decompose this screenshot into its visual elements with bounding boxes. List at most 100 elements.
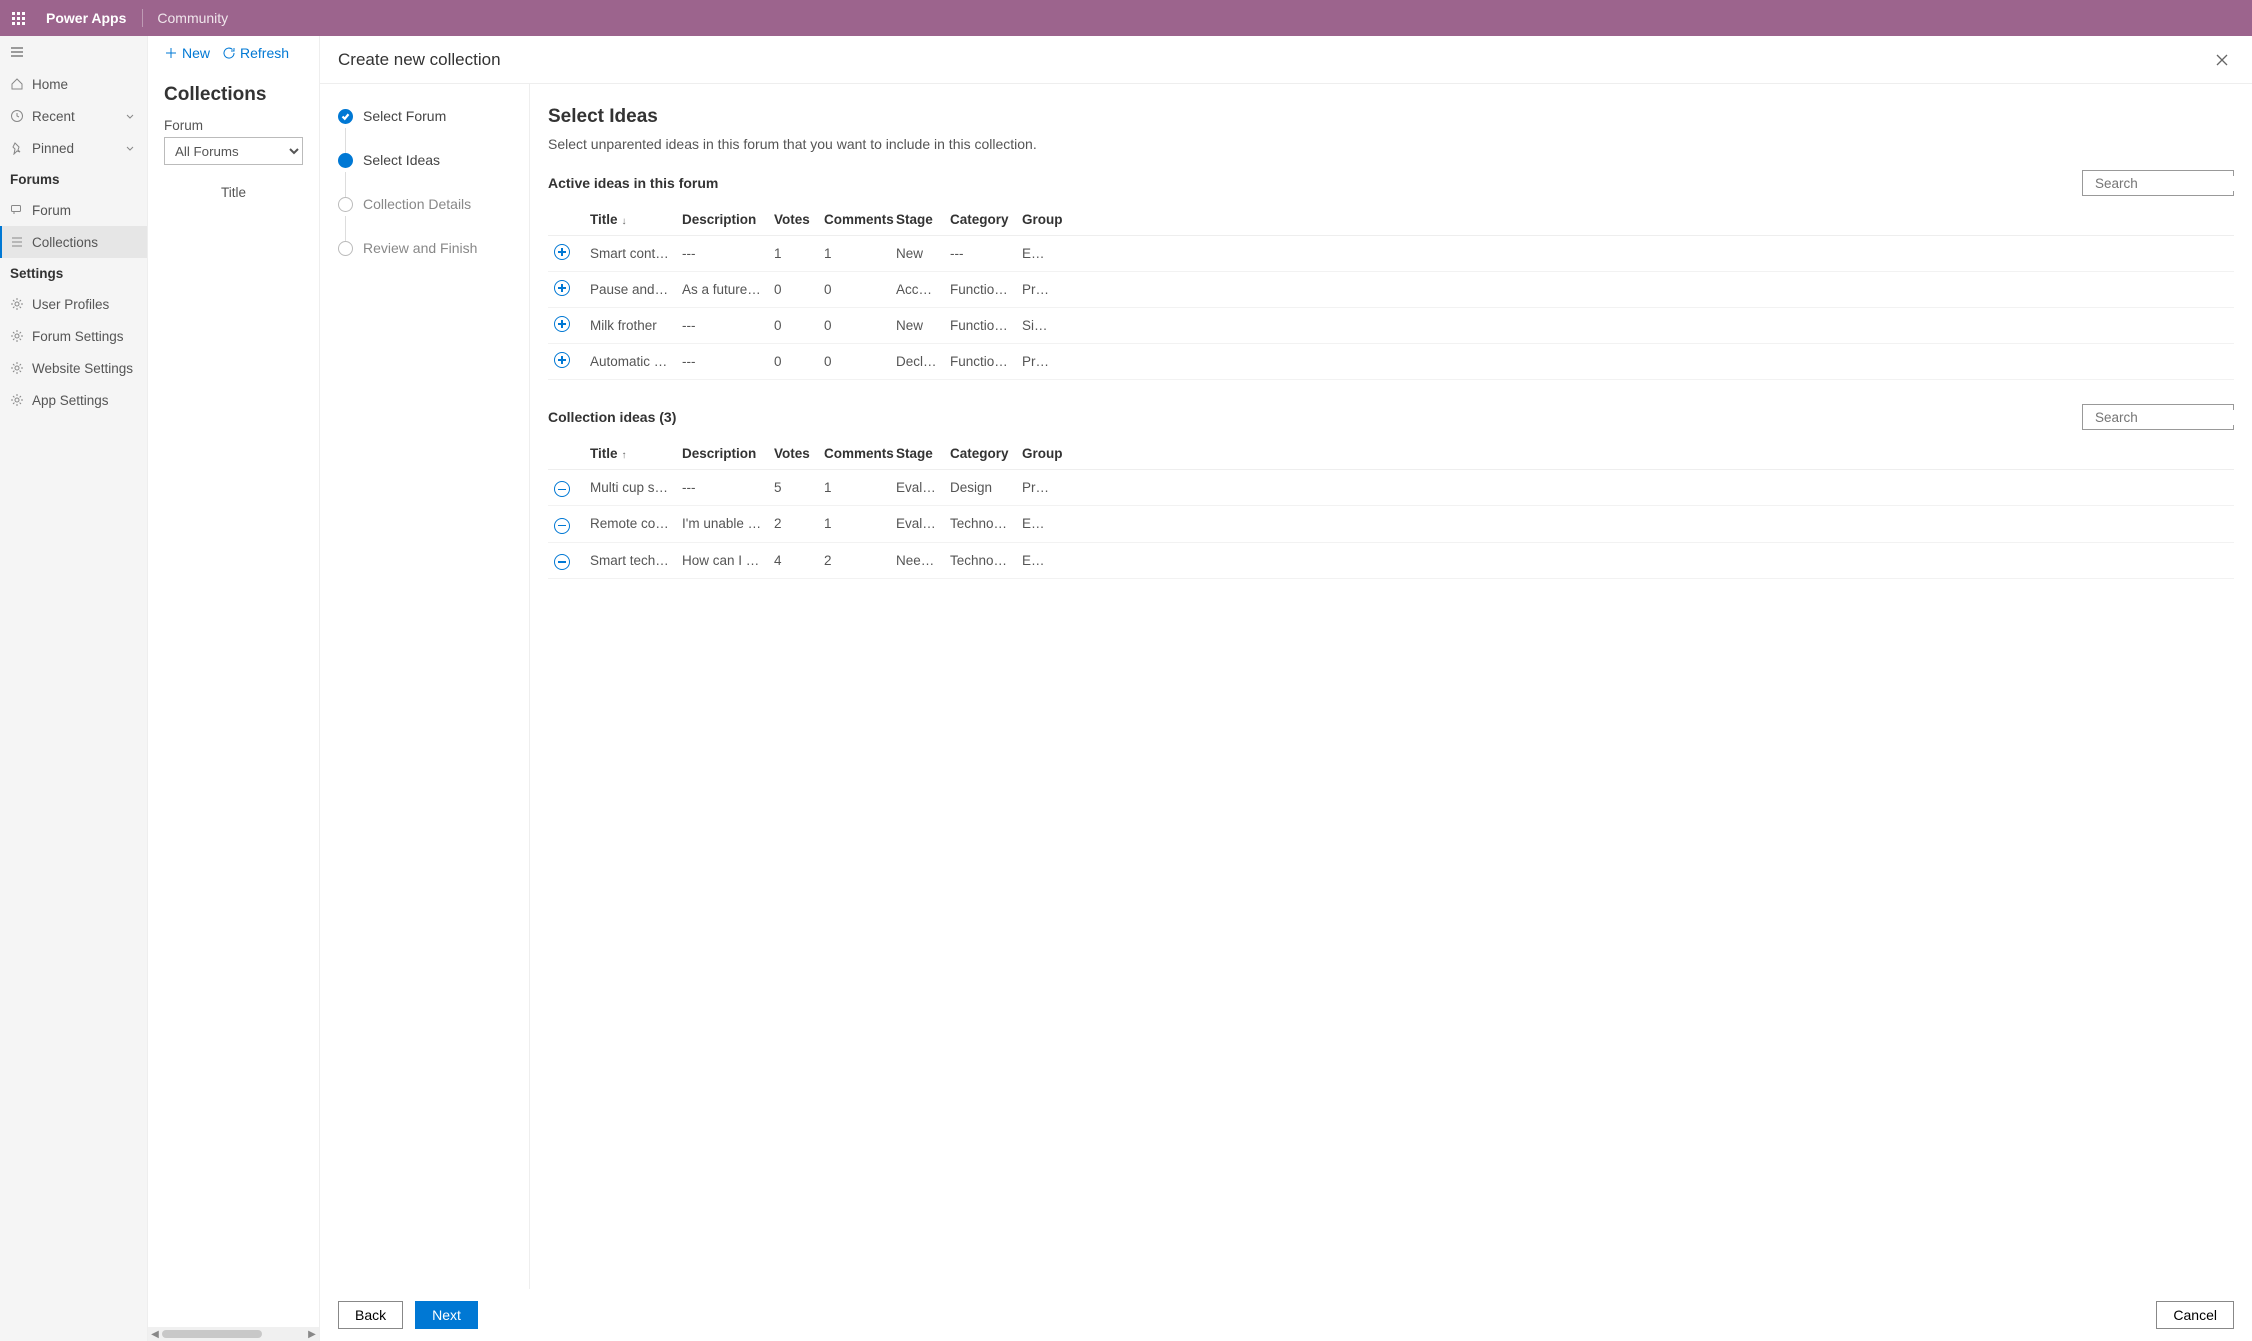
cell-votes: 4 <box>768 542 818 578</box>
search-active[interactable] <box>2082 170 2234 196</box>
col-group[interactable]: Group <box>1016 204 1056 236</box>
table-row[interactable]: Automatic shu…---00Declin…Functional…Pre… <box>548 344 2234 380</box>
refresh-button[interactable]: Refresh <box>222 45 289 61</box>
cell-desc: As a future fea… <box>676 272 768 308</box>
nav-pinned[interactable]: Pinned <box>0 132 147 164</box>
cell-comments: 2 <box>818 542 890 578</box>
cell-votes: 0 <box>768 344 818 380</box>
content-description: Select unparented ideas in this forum th… <box>548 136 2234 152</box>
col-votes[interactable]: Votes <box>768 438 818 470</box>
cell-desc: --- <box>676 308 768 344</box>
horizontal-scrollbar[interactable]: ◀ ▶ <box>148 1327 319 1341</box>
forum-filter: Forum All Forums <box>148 112 319 171</box>
cell-votes: 5 <box>768 470 818 506</box>
search-active-input[interactable] <box>2095 176 2252 191</box>
cancel-button[interactable]: Cancel <box>2156 1301 2234 1329</box>
cell-group: Precisi… <box>1016 470 1056 506</box>
dialog-content: Select Ideas Select unparented ideas in … <box>530 84 2252 1289</box>
cell-stage: Needs… <box>890 542 944 578</box>
add-idea-button[interactable] <box>554 244 570 260</box>
nav-forum[interactable]: Forum <box>0 194 147 226</box>
step-pending-icon <box>338 197 353 212</box>
remove-idea-button[interactable] <box>554 481 570 497</box>
nav-label: Website Settings <box>32 361 133 376</box>
scroll-right-icon[interactable]: ▶ <box>305 1327 319 1341</box>
nav-app-settings[interactable]: App Settings <box>0 384 147 416</box>
divider <box>142 9 143 27</box>
cell-title: Smart technol… <box>584 542 676 578</box>
remove-idea-button[interactable] <box>554 518 570 534</box>
nav-label: Forum Settings <box>32 329 124 344</box>
col-title[interactable]: Title↓ <box>584 204 676 236</box>
cell-group: Single… <box>1016 308 1056 344</box>
col-description[interactable]: Description <box>676 204 768 236</box>
col-votes[interactable]: Votes <box>768 204 818 236</box>
wizard-steps: Select Forum Select Ideas Collection Det… <box>320 84 530 1289</box>
add-idea-button[interactable] <box>554 280 570 296</box>
list-column-title[interactable]: Title <box>148 171 319 208</box>
forum-filter-select[interactable]: All Forums <box>164 137 303 165</box>
area-link[interactable]: Community <box>149 10 236 26</box>
nav-label: Recent <box>32 109 75 124</box>
table-row[interactable]: Smart technol…How can I bre…42Needs…Tech… <box>548 542 2234 578</box>
next-button[interactable]: Next <box>415 1301 478 1329</box>
col-description[interactable]: Description <box>676 438 768 470</box>
step-select-forum[interactable]: Select Forum <box>338 108 511 124</box>
col-group[interactable]: Group <box>1016 438 1056 470</box>
search-collection[interactable] <box>2082 404 2234 430</box>
app-launcher[interactable] <box>0 12 36 25</box>
cell-title: Pause and serve <box>584 272 676 308</box>
close-button[interactable] <box>2210 48 2234 72</box>
cell-stage: Evalua… <box>890 470 944 506</box>
back-button[interactable]: Back <box>338 1301 403 1329</box>
col-category[interactable]: Category <box>944 204 1016 236</box>
col-title[interactable]: Title↑ <box>584 438 676 470</box>
nav-website-settings[interactable]: Website Settings <box>0 352 147 384</box>
col-category[interactable]: Category <box>944 438 1016 470</box>
gear-icon <box>10 361 24 375</box>
step-label: Review and Finish <box>363 240 477 256</box>
col-comments[interactable]: Comments <box>818 438 890 470</box>
table-row[interactable]: Smart control---11New---Espres… <box>548 236 2234 272</box>
new-button[interactable]: New <box>164 45 210 61</box>
step-select-ideas[interactable]: Select Ideas <box>338 152 511 168</box>
collections-icon <box>10 235 24 249</box>
table-row[interactable]: Milk frother---00NewFunctional…Single… <box>548 308 2234 344</box>
cell-group: Precisi… <box>1016 272 1056 308</box>
nav-home[interactable]: Home <box>0 68 147 100</box>
table-row[interactable]: Multi cup setti…---51Evalua…DesignPrecis… <box>548 470 2234 506</box>
cell-desc: --- <box>676 236 768 272</box>
add-idea-button[interactable] <box>554 352 570 368</box>
nav-user-profiles[interactable]: User Profiles <box>0 288 147 320</box>
hamburger-button[interactable] <box>0 36 147 68</box>
nav-collections[interactable]: Collections <box>0 226 147 258</box>
cell-category: Functional… <box>944 308 1016 344</box>
add-idea-button[interactable] <box>554 316 570 332</box>
col-stage[interactable]: Stage <box>890 438 944 470</box>
table-row[interactable]: Remote controlI'm unable to …21Evalua…Te… <box>548 506 2234 542</box>
cell-title: Milk frother <box>584 308 676 344</box>
collections-list <box>148 208 319 1327</box>
cell-category: Functional… <box>944 272 1016 308</box>
cell-comments: 0 <box>818 344 890 380</box>
search-collection-input[interactable] <box>2095 410 2252 425</box>
table-row[interactable]: Pause and serveAs a future fea…00Accep…F… <box>548 272 2234 308</box>
nav-label: Pinned <box>32 141 74 156</box>
col-comments[interactable]: Comments <box>818 204 890 236</box>
gear-icon <box>10 393 24 407</box>
nav-section-settings: Settings <box>0 258 147 288</box>
left-nav: Home Recent Pinned Forums Forum Collecti… <box>0 36 148 1341</box>
cell-category: Technology <box>944 506 1016 542</box>
chevron-down-icon <box>123 109 137 123</box>
col-stage[interactable]: Stage <box>890 204 944 236</box>
nav-recent[interactable]: Recent <box>0 100 147 132</box>
remove-idea-button[interactable] <box>554 554 570 570</box>
nav-label: Forum <box>32 203 71 218</box>
nav-forum-settings[interactable]: Forum Settings <box>0 320 147 352</box>
collection-ideas-label: Collection ideas (3) <box>548 409 676 425</box>
cell-stage: New <box>890 308 944 344</box>
scroll-left-icon[interactable]: ◀ <box>148 1327 162 1341</box>
scroll-thumb[interactable] <box>162 1330 262 1338</box>
step-collection-details: Collection Details <box>338 196 511 212</box>
chevron-down-icon <box>123 141 137 155</box>
